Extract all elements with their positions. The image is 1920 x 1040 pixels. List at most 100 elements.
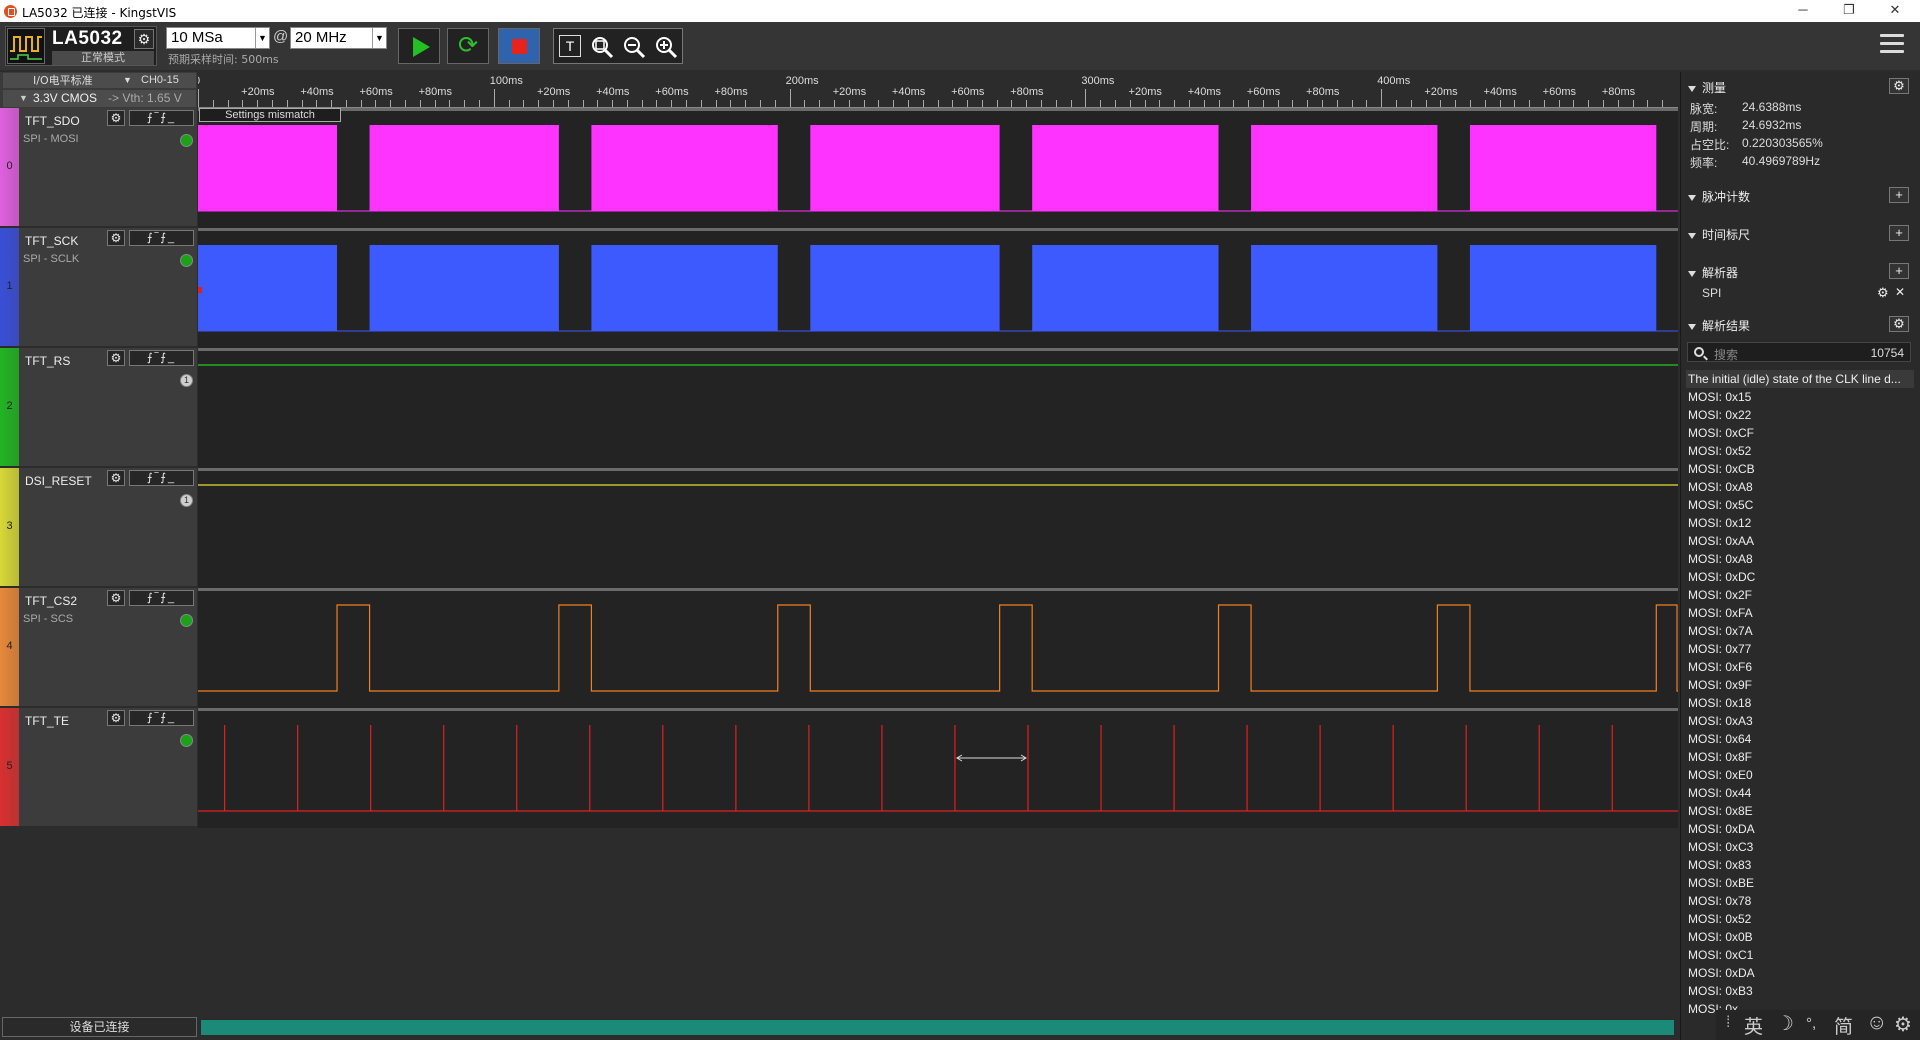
close-button[interactable]: ✕ <box>1872 0 1918 22</box>
result-item[interactable]: MOSI: 0x18 <box>1686 694 1914 712</box>
sample-rate-select[interactable]: 20 MHz ▼ <box>290 27 387 49</box>
trigger-edge-buttons[interactable]: ⨍‾⨍_ <box>129 230 194 246</box>
channel-settings-button[interactable]: ⚙ <box>107 350 125 366</box>
add-time-ruler-button[interactable]: + <box>1889 225 1909 241</box>
data-burst <box>198 245 338 331</box>
zoom-in-icon[interactable] <box>654 35 678 59</box>
zoom-out-icon[interactable] <box>622 35 646 59</box>
channel-row-tft-cs2[interactable]: 4 TFT_CS2 SPI - SCS ⚙ ⨍‾⨍_ <box>0 588 197 706</box>
result-item[interactable]: MOSI: 0x52 <box>1686 442 1914 460</box>
time-ruler-section-header[interactable]: 时间标尺 <box>1688 226 1750 243</box>
channel-name[interactable]: DSI_RESET <box>25 474 92 488</box>
result-item[interactable]: MOSI: 0xB3 <box>1686 982 1914 1000</box>
result-item[interactable]: MOSI: 0xAA <box>1686 532 1914 550</box>
result-item[interactable]: MOSI: 0x77 <box>1686 640 1914 658</box>
minimize-button[interactable]: ─ <box>1780 0 1826 22</box>
channel-settings-button[interactable]: ⚙ <box>107 710 125 726</box>
trigger-edge-buttons[interactable]: ⨍‾⨍_ <box>129 590 194 606</box>
result-item[interactable]: MOSI: 0x44 <box>1686 784 1914 802</box>
channel-name[interactable]: TFT_SDO <box>25 114 80 128</box>
channel-settings-button[interactable]: ⚙ <box>107 470 125 486</box>
zoom-fit-icon[interactable] <box>590 35 614 59</box>
result-item[interactable]: MOSI: 0x5C <box>1686 496 1914 514</box>
ruler-sub-tick <box>1573 100 1575 107</box>
start-capture-button[interactable] <box>398 28 440 64</box>
result-item[interactable]: MOSI: 0xA3 <box>1686 712 1914 730</box>
stop-capture-button[interactable] <box>498 28 540 64</box>
result-item[interactable]: MOSI: 0xF6 <box>1686 658 1914 676</box>
loop-capture-button[interactable]: ⟳ <box>447 28 489 64</box>
results-search-box[interactable]: 搜索 10754 <box>1687 342 1911 362</box>
waveform-area[interactable] <box>198 108 1678 828</box>
result-item[interactable]: MOSI: 0x12 <box>1686 514 1914 532</box>
hamburger-menu-icon[interactable] <box>1880 34 1904 56</box>
punctuation-icon[interactable]: °, <box>1806 1015 1816 1032</box>
pulse-count-section-header[interactable]: 脉冲计数 <box>1688 188 1750 205</box>
channel-row-tft-rs[interactable]: 2 TFT_RS ⚙ ⨍‾⨍_ 1 <box>0 348 197 466</box>
result-item[interactable]: MOSI: 0xDC <box>1686 568 1914 586</box>
result-item[interactable]: MOSI: 0xC3 <box>1686 838 1914 856</box>
channel-settings-button[interactable]: ⚙ <box>107 230 125 246</box>
result-item[interactable]: MOSI: 0xDA <box>1686 820 1914 838</box>
result-item[interactable]: MOSI: 0x83 <box>1686 856 1914 874</box>
simplified-button[interactable]: 简 <box>1834 1012 1853 1039</box>
channel-name[interactable]: TFT_SCK <box>25 234 78 248</box>
io-standard-row[interactable]: I/O电平标准 ▼ CH0-15 <box>3 73 196 88</box>
device-settings-button[interactable]: ⚙ <box>134 29 154 49</box>
search-input[interactable]: 搜索 <box>1714 346 1738 363</box>
sample-depth-select[interactable]: 10 MSa ▼ <box>166 27 270 49</box>
result-item[interactable]: MOSI: 0x0B <box>1686 928 1914 946</box>
results-section-header[interactable]: 解析结果 <box>1688 317 1750 334</box>
measure-settings-button[interactable]: ⚙ <box>1889 78 1909 94</box>
result-item[interactable]: MOSI: 0xC1 <box>1686 946 1914 964</box>
analyzer-section-header[interactable]: 解析器 <box>1688 264 1738 281</box>
result-item[interactable]: MOSI: 0xFA <box>1686 604 1914 622</box>
add-pulse-count-button[interactable]: + <box>1889 187 1909 203</box>
result-note[interactable]: The initial (idle) state of the CLK line… <box>1686 370 1914 388</box>
result-item[interactable]: MOSI: 0xCB <box>1686 460 1914 478</box>
measure-section-header[interactable]: 测量 <box>1688 79 1726 96</box>
moon-icon[interactable]: ☽ <box>1776 1011 1794 1036</box>
result-item[interactable]: MOSI: 0xA8 <box>1686 550 1914 568</box>
result-item[interactable]: MOSI: 0x9F <box>1686 676 1914 694</box>
trigger-edge-buttons[interactable]: ⨍‾⨍_ <box>129 710 194 726</box>
channel-row-tft-te[interactable]: 5 TFT_TE ⚙ ⨍‾⨍_ <box>0 708 197 826</box>
ime-language-button[interactable]: 英 <box>1744 1012 1763 1039</box>
result-item[interactable]: MOSI: 0x7A <box>1686 622 1914 640</box>
results-settings-button[interactable]: ⚙ <box>1889 316 1909 332</box>
result-item[interactable]: MOSI: 0xDA <box>1686 964 1914 982</box>
trigger-edge-buttons[interactable]: ⨍‾⨍_ <box>129 350 194 366</box>
result-item[interactable]: MOSI: 0x78 <box>1686 892 1914 910</box>
result-item[interactable]: MOSI: 0xBE <box>1686 874 1914 892</box>
analyzer-remove-icon[interactable]: ✕ <box>1895 285 1905 299</box>
emoji-icon[interactable]: ☺ <box>1866 1011 1887 1035</box>
result-item[interactable]: MOSI: 0xE0 <box>1686 766 1914 784</box>
result-item[interactable]: MOSI: 0x15 <box>1686 388 1914 406</box>
channel-row-tft-sck[interactable]: 1 TFT_SCK SPI - SCLK ⚙ ⨍‾⨍_ <box>0 228 197 346</box>
trigger-edge-buttons[interactable]: ⨍‾⨍_ <box>129 110 194 126</box>
channel-name[interactable]: TFT_CS2 <box>25 594 77 608</box>
channel-settings-button[interactable]: ⚙ <box>107 590 125 606</box>
result-item[interactable]: MOSI: 0x8F <box>1686 748 1914 766</box>
add-analyzer-button[interactable]: + <box>1889 263 1909 279</box>
text-tool-icon[interactable]: T <box>559 35 581 57</box>
result-item[interactable]: MOSI: 0xCF <box>1686 424 1914 442</box>
result-item[interactable]: MOSI: 0xA8 <box>1686 478 1914 496</box>
ime-settings-icon[interactable]: ⚙ <box>1894 1012 1912 1037</box>
result-item[interactable]: MOSI: 0x64 <box>1686 730 1914 748</box>
channel-settings-button[interactable]: ⚙ <box>107 110 125 126</box>
result-item[interactable]: MOSI: 0x2F <box>1686 586 1914 604</box>
channel-row-tft-sdo[interactable]: 0 TFT_SDO SPI - MOSI ⚙ ⨍‾⨍_ <box>0 108 197 226</box>
channel-name[interactable]: TFT_TE <box>25 714 69 728</box>
time-ruler[interactable]: 0 +20ms +40ms +60ms +80ms 100ms +20ms +40ms +60m… <box>198 72 1678 108</box>
channel-name[interactable]: TFT_RS <box>25 354 70 368</box>
trigger-edge-buttons[interactable]: ⨍‾⨍_ <box>129 470 194 486</box>
result-item[interactable]: MOSI: 0x8E <box>1686 802 1914 820</box>
analyzer-settings-icon[interactable]: ⚙ <box>1877 285 1889 301</box>
results-list[interactable]: The initial (idle) state of the CLK line… <box>1686 370 1914 1013</box>
voltage-row[interactable]: ▼ 3.3V CMOS -> Vth: 1.65 V <box>3 90 196 107</box>
result-item[interactable]: MOSI: 0x22 <box>1686 406 1914 424</box>
channel-row-dsi-reset[interactable]: 3 DSI_RESET ⚙ ⨍‾⨍_ 1 <box>0 468 197 586</box>
restore-button[interactable]: ❐ <box>1826 0 1872 22</box>
result-item[interactable]: MOSI: 0x52 <box>1686 910 1914 928</box>
